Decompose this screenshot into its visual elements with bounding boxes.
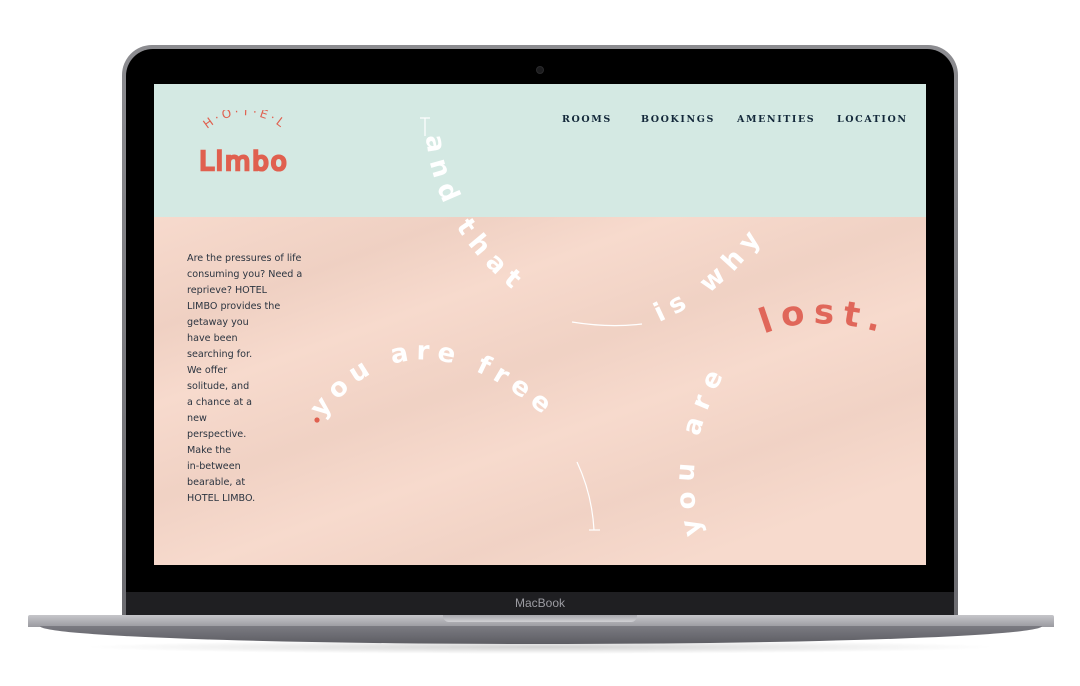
- website-screen: H·O·T·E·L Limbo ROOMS BOOKINGS AMENITIES…: [154, 84, 926, 565]
- art-line-middle: [571, 321, 643, 327]
- device-label: MacBook: [514, 596, 566, 610]
- hero-typography-art: and that you are free is why you are los…: [304, 117, 894, 539]
- art-line-bottom: [576, 461, 595, 531]
- art-text-you-are: you are: [670, 357, 733, 539]
- art-text-and-that: and that: [419, 133, 533, 300]
- lid-opening-notch: [443, 615, 637, 622]
- art-text-you-are-free: you are free: [304, 336, 562, 424]
- art-text-lost: lost.: [754, 292, 894, 342]
- camera-icon: [536, 66, 544, 74]
- art-text-is-why: is why: [649, 219, 771, 328]
- art-accent-dot: [314, 417, 320, 423]
